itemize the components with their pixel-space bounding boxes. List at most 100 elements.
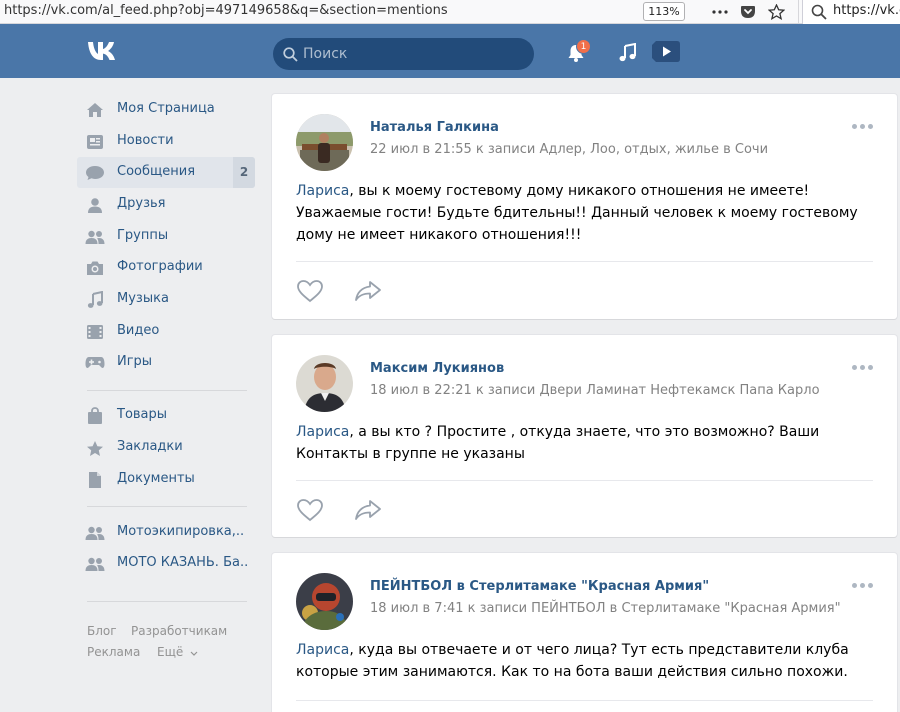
- games-icon: [85, 354, 105, 372]
- avatar[interactable]: [296, 573, 353, 630]
- sidebar-item-photos[interactable]: Фотографии: [77, 252, 255, 283]
- bag-icon: [85, 407, 105, 425]
- camera-icon: [85, 259, 105, 277]
- sidebar-item-games[interactable]: Игры: [77, 347, 255, 378]
- notification-badge: 1: [576, 39, 591, 54]
- mention-link[interactable]: Лариса: [296, 424, 349, 440]
- bookmark-star-icon[interactable]: [766, 2, 786, 22]
- music-icon: [85, 291, 105, 309]
- post-menu-icon[interactable]: [852, 124, 873, 129]
- chevron-down-icon: [190, 646, 198, 660]
- sidebar-item-label: Товары: [117, 407, 168, 422]
- sidebar-item-video[interactable]: Видео: [77, 316, 255, 347]
- search-input[interactable]: [303, 38, 523, 70]
- zoom-indicator[interactable]: 113%: [643, 2, 685, 21]
- friends-icon: [85, 196, 105, 214]
- home-icon: [85, 101, 105, 119]
- sidebar-item-label: Новости: [117, 133, 174, 148]
- video-icon: [85, 323, 105, 341]
- post-menu-icon[interactable]: [852, 365, 873, 370]
- post-author[interactable]: Наталья Галкина: [370, 120, 499, 135]
- sidebar-item-groups[interactable]: Группы: [77, 221, 255, 252]
- toolbar-divider: [798, 0, 799, 24]
- sidebar-item-label: Игры: [117, 354, 153, 369]
- avatar[interactable]: [296, 114, 353, 171]
- post-author[interactable]: ПЕЙНТБОЛ в Стерлитамаке "Красная Армия": [370, 579, 709, 594]
- footer-more-label: Ещё: [157, 645, 184, 659]
- star-icon: [85, 439, 105, 457]
- sidebar-item-messages[interactable]: Сообщения 2: [77, 157, 255, 188]
- search-bar[interactable]: [273, 38, 534, 70]
- sidebar-item-music[interactable]: Музыка: [77, 284, 255, 315]
- like-heart-icon[interactable]: [296, 498, 324, 526]
- post-meta[interactable]: 18 июл в 7:41 к записи ПЕЙНТБОЛ в Стерли…: [370, 601, 841, 616]
- post-author[interactable]: Максим Лукиянов: [370, 361, 504, 376]
- post-divider: [296, 480, 873, 481]
- footer-link-ads[interactable]: Реклама: [87, 645, 140, 659]
- sidebar-item-my-page[interactable]: Моя Страница: [77, 94, 255, 125]
- sidebar-item-bookmarks[interactable]: Закладки: [77, 432, 255, 463]
- post-text: Лариса, вы к моему гостевому дому никако…: [296, 180, 876, 246]
- sidebar-item-group-moto-equipment[interactable]: Мотоэкипировка,..: [77, 517, 255, 548]
- post-divider: [296, 700, 873, 701]
- mention-link[interactable]: Лариса: [296, 183, 349, 199]
- groups-icon: [85, 228, 105, 246]
- share-arrow-icon[interactable]: [354, 280, 382, 306]
- post-card: Наталья Галкина 22 июл в 21:55 к записи …: [272, 94, 897, 319]
- news-icon: [85, 133, 105, 151]
- sidebar-item-group-moto-kazan[interactable]: МОТО КАЗАНЬ. Ба..: [77, 548, 255, 579]
- post-meta[interactable]: 22 июл в 21:55 к записи Адлер, Лоо, отды…: [370, 142, 768, 157]
- sidebar-divider: [87, 506, 247, 507]
- browser-search-text: https://vk.c: [833, 3, 900, 18]
- sidebar-divider: [87, 601, 247, 602]
- sidebar-item-label: Сообщения: [117, 164, 196, 179]
- document-icon: [85, 471, 105, 489]
- sidebar-item-documents[interactable]: Документы: [77, 464, 255, 495]
- post-divider: [296, 261, 873, 262]
- post-body: , куда вы отвечаете и от чего лица? Тут …: [296, 642, 849, 680]
- vk-header: 1: [0, 24, 900, 78]
- more-actions-icon[interactable]: [710, 2, 730, 22]
- post-card: ПЕЙНТБОЛ в Стерлитамаке "Красная Армия" …: [272, 553, 897, 712]
- sidebar-item-friends[interactable]: Друзья: [77, 189, 255, 220]
- post-body: , а вы кто ? Простите , откуда знаете, ч…: [296, 424, 820, 462]
- sidebar-item-news[interactable]: Новости: [77, 126, 255, 157]
- avatar[interactable]: [296, 355, 353, 412]
- sidebar-divider: [87, 390, 247, 391]
- sidebar-item-label: Мотоэкипировка,..: [117, 524, 245, 539]
- mention-link[interactable]: Лариса: [296, 642, 349, 658]
- footer-link-more[interactable]: Ещё: [157, 645, 198, 660]
- group-icon: [85, 524, 105, 542]
- post-card: Максим Лукиянов 18 июл в 22:21 к записи …: [272, 335, 897, 537]
- sidebar-item-label: Музыка: [117, 291, 169, 306]
- url-bar[interactable]: https://vk.com/al_feed.php?obj=497149658…: [4, 3, 448, 18]
- sidebar-item-label: Документы: [117, 471, 195, 486]
- post-text: Лариса, куда вы отвечаете и от чего лица…: [296, 639, 876, 683]
- messages-icon: [85, 164, 105, 182]
- music-icon[interactable]: [618, 42, 638, 67]
- post-meta[interactable]: 18 июл в 22:21 к записи Двери Ламинат Не…: [370, 383, 820, 398]
- sidebar-item-label: Моя Страница: [117, 101, 215, 116]
- browser-toolbar: https://vk.com/al_feed.php?obj=497149658…: [0, 0, 900, 24]
- footer-link-developers[interactable]: Разработчикам: [131, 624, 227, 638]
- sidebar-item-label: МОТО КАЗАНЬ. Ба..: [117, 555, 249, 570]
- pocket-icon[interactable]: [738, 2, 758, 22]
- sidebar-item-market[interactable]: Товары: [77, 400, 255, 431]
- share-arrow-icon[interactable]: [354, 499, 382, 525]
- like-heart-icon[interactable]: [296, 279, 324, 307]
- sidebar-item-label: Фотографии: [117, 259, 203, 274]
- footer-link-blog[interactable]: Блог: [87, 624, 117, 638]
- post-menu-icon[interactable]: [852, 583, 873, 588]
- sidebar-item-label: Видео: [117, 323, 160, 338]
- messages-counter: 2: [233, 157, 255, 188]
- search-icon: [811, 4, 827, 24]
- vk-logo-icon[interactable]: [86, 40, 124, 66]
- post-text: Лариса, а вы кто ? Простите , откуда зна…: [296, 421, 876, 465]
- sidebar-item-label: Друзья: [117, 196, 166, 211]
- search-icon: [283, 47, 298, 66]
- browser-search-field[interactable]: https://vk.c: [802, 0, 900, 24]
- sidebar-item-label: Закладки: [117, 439, 183, 454]
- post-body: , вы к моему гостевому дому никакого отн…: [296, 183, 858, 243]
- sidebar-item-label: Группы: [117, 228, 169, 243]
- play-video-icon[interactable]: [652, 40, 681, 68]
